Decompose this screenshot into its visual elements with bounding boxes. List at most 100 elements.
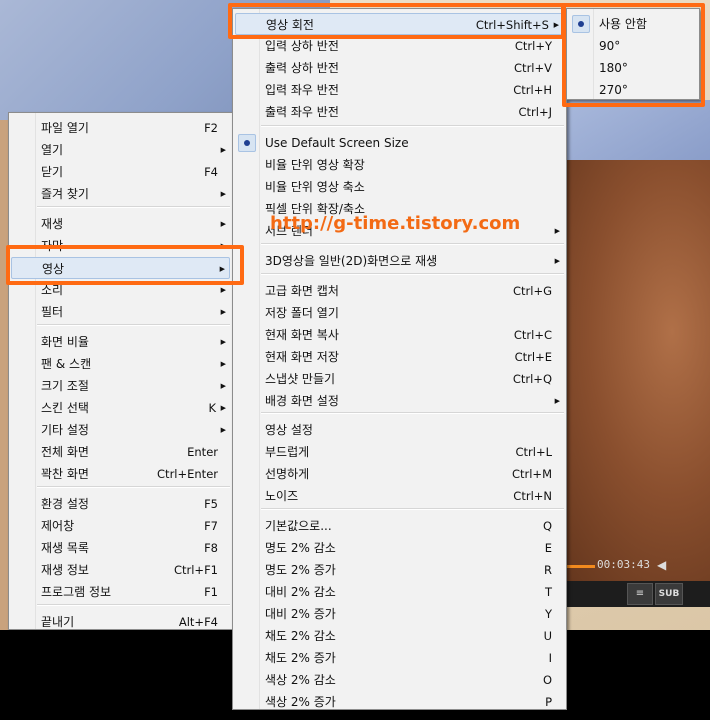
video-menu-item[interactable]: 부드럽게 Ctrl+L bbox=[235, 441, 564, 463]
menu-item-shortcut: Ctrl+F1 bbox=[173, 563, 218, 577]
main-menu-item[interactable]: 닫기 F4 bbox=[11, 161, 230, 183]
submenu-arrow-icon: ▶ bbox=[220, 360, 226, 368]
main-menu-item[interactable]: 팬 & 스캔 ▶ bbox=[11, 353, 230, 375]
video-menu-item[interactable]: 채도 2% 감소 U bbox=[235, 625, 564, 647]
submenu-arrow-icon: ▶ bbox=[220, 220, 226, 228]
video-menu-item[interactable]: 배경 화면 설정 ▶ bbox=[235, 390, 564, 412]
main-menu-item[interactable]: 스킨 선택 K ▶ bbox=[11, 397, 230, 419]
main-menu-item[interactable]: 크기 조절 ▶ bbox=[11, 375, 230, 397]
video-menu-item[interactable]: 3D영상을 일반(2D)화면으로 재생 ▶ bbox=[235, 250, 564, 272]
video-menu-item[interactable]: 출력 좌우 반전 Ctrl+J bbox=[235, 101, 564, 123]
seek-bar[interactable] bbox=[565, 565, 595, 568]
menu-separator bbox=[261, 412, 564, 414]
video-menu-item[interactable]: 저장 폴더 열기 bbox=[235, 302, 564, 324]
highlight-box-video-item bbox=[6, 245, 244, 285]
main-menu-item[interactable]: 제어창 F7 bbox=[11, 515, 230, 537]
submenu-arrow-icon: ▶ bbox=[554, 397, 560, 405]
video-menu-item[interactable]: 비율 단위 영상 축소 bbox=[235, 176, 564, 198]
speaker-icon[interactable]: ◀ bbox=[657, 558, 666, 572]
video-menu-item[interactable]: 영상 설정 bbox=[235, 419, 564, 441]
highlight-box-rotate-submenu bbox=[562, 3, 705, 107]
video-menu-item[interactable]: 현재 화면 복사 Ctrl+C bbox=[235, 324, 564, 346]
menu-item-label: 스냅샷 만들기 bbox=[265, 372, 336, 386]
video-menu-item[interactable]: 비율 단위 영상 확장 bbox=[235, 154, 564, 176]
main-menu-item[interactable]: 끝내기 Alt+F4 bbox=[11, 611, 230, 633]
menu-item-label: 환경 설정 bbox=[41, 497, 89, 511]
video-menu-item[interactable]: 선명하게 Ctrl+M bbox=[235, 463, 564, 485]
menu-item-shortcut: P bbox=[545, 695, 552, 709]
time-display: 00:03:43 bbox=[597, 558, 650, 571]
menu-separator bbox=[37, 206, 230, 208]
video-menu-item[interactable]: 대비 2% 증가 Y bbox=[235, 603, 564, 625]
menu-item-label: 제어창 bbox=[41, 519, 75, 533]
main-context-menu: 파일 열기 F2 열기 ▶ 닫기 F4 즐겨 찾기 ▶ 재생 ▶ 자막 ▶ 영상 ▶ 소리 ▶ 필터 ▶ 화면 비율… bbox=[8, 112, 233, 630]
menu-item-label: 대비 2% 감소 bbox=[265, 585, 336, 599]
submenu-arrow-icon: ▶ bbox=[220, 190, 226, 198]
main-menu-item[interactable]: 재생 목록 F8 bbox=[11, 537, 230, 559]
main-menu-item[interactable]: 열기 ▶ bbox=[11, 139, 230, 161]
menu-separator bbox=[261, 125, 564, 127]
equalizer-icon[interactable]: ≡ bbox=[627, 583, 653, 605]
menu-item-label: 기타 설정 bbox=[41, 423, 89, 437]
main-menu-item[interactable]: 재생 ▶ bbox=[11, 213, 230, 235]
menu-item-label: 즐겨 찾기 bbox=[41, 187, 89, 201]
menu-item-shortcut: Ctrl+Q bbox=[512, 372, 552, 386]
menu-item-label: 스킨 선택 bbox=[41, 401, 89, 415]
video-menu-item[interactable]: Use Default Screen Size bbox=[235, 132, 564, 154]
video-menu-item[interactable]: 고급 화면 캡처 Ctrl+G bbox=[235, 280, 564, 302]
menu-item-label: 닫기 bbox=[41, 165, 64, 179]
menu-item-label: 현재 화면 저장 bbox=[265, 350, 339, 364]
submenu-arrow-icon: ▶ bbox=[554, 257, 560, 265]
video-menu-item[interactable]: 색상 2% 증가 P bbox=[235, 691, 564, 713]
menu-item-shortcut: Ctrl+N bbox=[513, 489, 552, 503]
video-submenu: 영상 회전 Ctrl+Shift+S ▶ 입력 상하 반전 Ctrl+Y 출력 상하 반전… bbox=[232, 8, 567, 710]
menu-item-shortcut: Ctrl+H bbox=[513, 83, 552, 97]
menu-item-shortcut: I bbox=[548, 651, 552, 665]
main-menu-item[interactable]: 재생 정보 Ctrl+F1 bbox=[11, 559, 230, 581]
main-menu-item[interactable]: 꽉찬 화면 Ctrl+Enter bbox=[11, 463, 230, 485]
menu-item-shortcut: F8 bbox=[204, 541, 218, 555]
menu-item-label: 색상 2% 증가 bbox=[265, 695, 336, 709]
menu-separator bbox=[261, 243, 564, 245]
main-menu-item[interactable]: 파일 열기 F2 bbox=[11, 117, 230, 139]
video-menu-item[interactable]: 현재 화면 저장 Ctrl+E bbox=[235, 346, 564, 368]
menu-item-shortcut: K bbox=[208, 401, 216, 415]
menu-item-shortcut: Ctrl+L bbox=[515, 445, 552, 459]
video-menu-item[interactable]: 기본값으로... Q bbox=[235, 515, 564, 537]
menu-item-label: 영상 설정 bbox=[265, 423, 313, 437]
video-menu-item[interactable]: 명도 2% 증가 R bbox=[235, 559, 564, 581]
video-menu-item[interactable]: 대비 2% 감소 T bbox=[235, 581, 564, 603]
main-menu-item[interactable]: 화면 비율 ▶ bbox=[11, 331, 230, 353]
main-menu-item[interactable]: 전체 화면 Enter bbox=[11, 441, 230, 463]
submenu-arrow-icon: ▶ bbox=[220, 426, 226, 434]
main-menu-item[interactable]: 즐겨 찾기 ▶ bbox=[11, 183, 230, 205]
menu-separator bbox=[261, 508, 564, 510]
video-menu-item[interactable]: 스냅샷 만들기 Ctrl+Q bbox=[235, 368, 564, 390]
main-menu-item[interactable]: 환경 설정 F5 bbox=[11, 493, 230, 515]
menu-item-shortcut: R bbox=[544, 563, 552, 577]
menu-item-label: 채도 2% 증가 bbox=[265, 651, 336, 665]
video-menu-item[interactable]: 명도 2% 감소 E bbox=[235, 537, 564, 559]
video-menu-item[interactable]: 출력 상하 반전 Ctrl+V bbox=[235, 57, 564, 79]
main-menu-item[interactable]: 필터 ▶ bbox=[11, 301, 230, 323]
menu-item-label: 재생 정보 bbox=[41, 563, 89, 577]
submenu-arrow-icon: ▶ bbox=[220, 146, 226, 154]
menu-item-label: Use Default Screen Size bbox=[265, 136, 409, 150]
video-menu-item[interactable]: 노이즈 Ctrl+N bbox=[235, 485, 564, 507]
video-menu-item[interactable]: 색상 2% 감소 O bbox=[235, 669, 564, 691]
menu-item-label: 필터 bbox=[41, 305, 64, 319]
menu-item-shortcut: Ctrl+Enter bbox=[157, 467, 218, 481]
menu-item-label: 팬 & 스캔 bbox=[41, 357, 92, 371]
main-menu-item[interactable]: 프로그램 정보 F1 bbox=[11, 581, 230, 603]
main-menu-item[interactable]: 기타 설정 ▶ bbox=[11, 419, 230, 441]
menu-item-label: 프로그램 정보 bbox=[41, 585, 112, 599]
menu-item-label: 대비 2% 증가 bbox=[265, 607, 336, 621]
menu-item-shortcut: Ctrl+J bbox=[518, 105, 553, 119]
sub-button[interactable]: SUB bbox=[655, 583, 683, 605]
submenu-arrow-icon: ▶ bbox=[220, 382, 226, 390]
menu-item-shortcut: F5 bbox=[204, 497, 218, 511]
submenu-arrow-icon: ▶ bbox=[220, 338, 226, 346]
video-menu-item[interactable]: 입력 좌우 반전 Ctrl+H bbox=[235, 79, 564, 101]
menu-item-label: 고급 화면 캡처 bbox=[265, 284, 339, 298]
video-menu-item[interactable]: 채도 2% 증가 I bbox=[235, 647, 564, 669]
